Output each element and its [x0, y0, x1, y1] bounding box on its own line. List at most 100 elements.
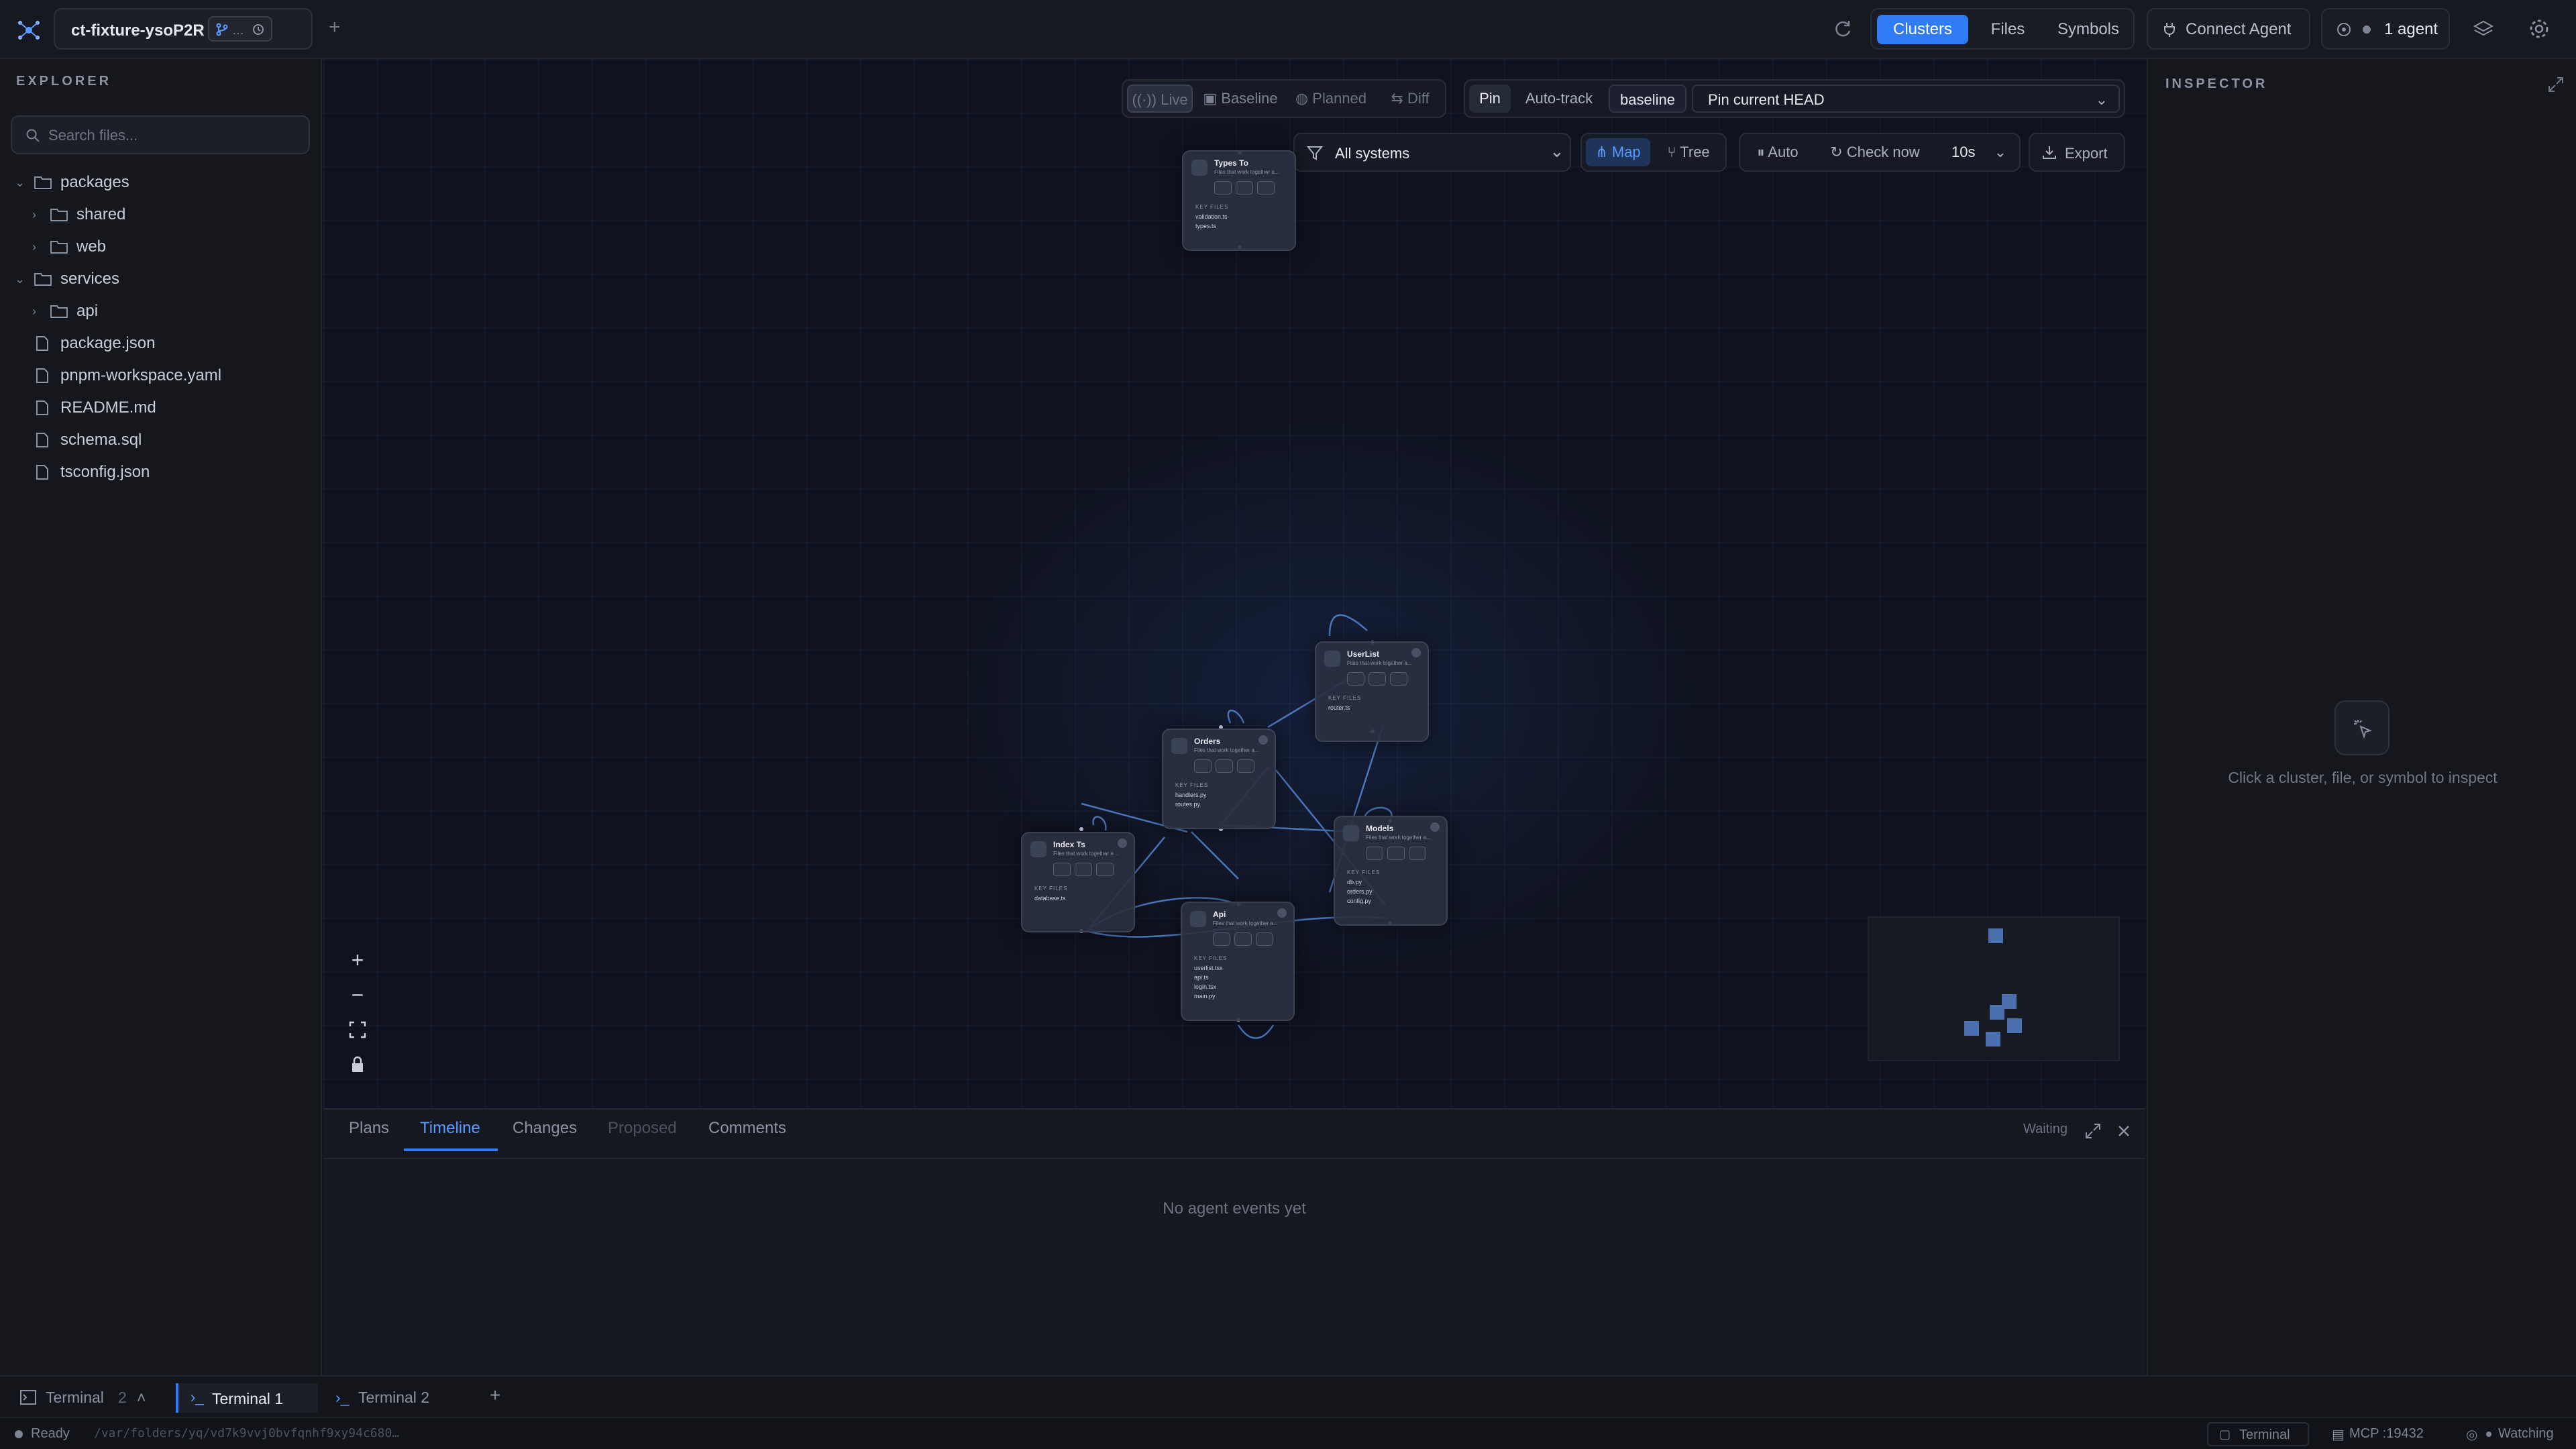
node-close-icon[interactable] [1258, 735, 1268, 745]
node-stats [1366, 847, 1440, 861]
folder-icon [50, 305, 68, 318]
file-icon [36, 368, 48, 383]
cluster-icon [1030, 841, 1046, 857]
gear-icon[interactable] [2528, 17, 2551, 40]
node-file: types.ts [1195, 223, 1217, 229]
add-terminal-icon[interactable]: + [490, 1385, 500, 1406]
tree-item-web[interactable]: › web [0, 231, 322, 263]
expand-icon[interactable] [2085, 1123, 2101, 1139]
status-terminal-button[interactable]: ▢ Terminal [2207, 1422, 2309, 1446]
tab-symbols[interactable]: Symbols [2046, 15, 2131, 44]
working-directory: /var/folders/yq/vd7k9vvj0bvfqnhf9xy94c68… [94, 1426, 400, 1440]
node-file: orders.py [1347, 888, 1373, 895]
agent-count: 1 agent [2384, 20, 2438, 38]
node-close-icon[interactable] [1118, 839, 1127, 848]
status-watching: Watching [2498, 1426, 2554, 1441]
node-close-icon[interactable] [1277, 908, 1287, 918]
key-files-label: KEY FILES [1175, 782, 1209, 788]
node-file: login.tsx [1194, 983, 1217, 990]
agent-icon [2337, 23, 2351, 36]
project-switcher[interactable]: ct-fixture-ysoP2R … [54, 8, 313, 50]
close-icon[interactable] [2117, 1124, 2131, 1138]
cluster-map-canvas[interactable]: ((·)) Live ▣ Baseline ◍ Planned ⇆ Diff P… [323, 59, 2145, 1108]
edge-api-index [1191, 831, 1239, 879]
node-title: Models [1366, 824, 1394, 833]
node-close-icon[interactable] [1411, 648, 1421, 657]
chevron-right-icon: › [32, 305, 36, 318]
key-files-label: KEY FILES [1347, 869, 1381, 875]
search-input[interactable] [48, 123, 303, 148]
file-icon [36, 465, 48, 480]
connect-agent-button[interactable]: Connect Agent [2147, 8, 2310, 50]
status-ready: Ready [31, 1426, 70, 1441]
chevron-up-icon[interactable]: ˄ [137, 1389, 146, 1407]
cluster-node-models[interactable]: Models Files that work together a... KEY… [1334, 816, 1448, 926]
node-stats [1347, 672, 1421, 687]
cluster-node-index-ts[interactable]: Index Ts Files that work together a... K… [1021, 832, 1135, 932]
node-title: Types To [1214, 158, 1248, 168]
tree-item-label: schema.sql [60, 431, 142, 449]
cluster-node-orders[interactable]: Orders Files that work together a... KEY… [1162, 729, 1276, 829]
fit-view-button[interactable] [339, 1014, 376, 1045]
mcp-port[interactable]: MCP :19432 [2349, 1426, 2424, 1442]
terminal-icon: ▢ [2219, 1428, 2231, 1441]
file-icon [36, 336, 48, 351]
tree-item-pnpm-workspace[interactable]: pnpm-workspace.yaml [0, 360, 322, 392]
tab-comments[interactable]: Comments [708, 1119, 786, 1138]
zoom-in-button[interactable]: + [339, 945, 376, 975]
tree-item-label: packages [60, 173, 129, 191]
branch-badge[interactable]: … [208, 16, 272, 42]
cluster-node-userlist[interactable]: UserList Files that work together a... K… [1315, 641, 1429, 742]
tree-item-tsconfig[interactable]: tsconfig.json [0, 456, 322, 488]
tab-files[interactable]: Files [1972, 15, 2043, 44]
key-files-label: KEY FILES [1328, 695, 1362, 701]
cluster-node-api[interactable]: Api Files that work together a... KEY FI… [1181, 902, 1295, 1021]
terminal-count: 2 [118, 1389, 127, 1406]
file-icon [36, 433, 48, 447]
tab-timeline[interactable]: Timeline [420, 1119, 480, 1138]
agent-status-button[interactable]: 1 agent [2321, 8, 2450, 50]
cluster-node-types-to[interactable]: Types To Files that work together a... K… [1182, 150, 1296, 251]
refresh-icon[interactable] [1831, 17, 1854, 40]
terminal-icon [20, 1390, 36, 1405]
terminal-tab-2[interactable]: Terminal 2 [358, 1389, 429, 1407]
tree-item-packages[interactable]: ⌄ packages [0, 166, 322, 199]
search-icon [26, 129, 40, 142]
key-files-label: KEY FILES [1194, 955, 1228, 961]
tree-item-readme[interactable]: README.md [0, 392, 322, 424]
chevron-right-icon: › [32, 208, 36, 221]
layers-icon[interactable] [2473, 19, 2494, 39]
file-search-box[interactable] [11, 115, 310, 154]
expand-icon[interactable] [2548, 76, 2564, 93]
tree-item-shared[interactable]: › shared [0, 199, 322, 231]
node-file: database.ts [1034, 895, 1066, 902]
node-subtitle: Files that work together a... [1366, 835, 1431, 841]
terminal-bar: Terminal 2 ˄ ›_ Terminal 1 ›_ Terminal 2… [0, 1375, 2576, 1417]
node-title: Orders [1194, 737, 1221, 746]
tab-plans[interactable]: Plans [349, 1119, 389, 1138]
folder-icon [50, 209, 68, 221]
node-close-icon[interactable] [1430, 822, 1440, 832]
cluster-icon [1324, 651, 1340, 667]
zoom-out-button[interactable]: − [339, 979, 376, 1010]
edge-userlist-self [1328, 614, 1368, 637]
tab-changes[interactable]: Changes [513, 1119, 577, 1138]
minimap[interactable] [1868, 916, 2120, 1061]
terminal-tab-1[interactable]: ›_ Terminal 1 [176, 1383, 318, 1413]
tree-item-api[interactable]: › api [0, 295, 322, 327]
tree-item-services[interactable]: ⌄ services [0, 263, 322, 295]
lock-view-button[interactable] [339, 1049, 376, 1080]
tree-item-schema-sql[interactable]: schema.sql [0, 424, 322, 456]
server-icon: ▤ [2332, 1428, 2345, 1442]
clock-icon [253, 24, 264, 35]
node-stats [1213, 932, 1287, 947]
inspector-hint: Click a cluster, file, or symbol to insp… [2228, 769, 2498, 786]
add-project-icon[interactable]: + [329, 16, 341, 39]
tab-clusters[interactable]: Clusters [1877, 15, 1968, 44]
minimap-node [1986, 1032, 2000, 1046]
terminal-panel-label[interactable]: Terminal [46, 1389, 104, 1407]
edge-index-self [1092, 816, 1107, 831]
folder-open-icon [34, 273, 52, 286]
tree-item-package-json[interactable]: package.json [0, 327, 322, 360]
chevron-down-icon: ⌄ [15, 272, 25, 286]
